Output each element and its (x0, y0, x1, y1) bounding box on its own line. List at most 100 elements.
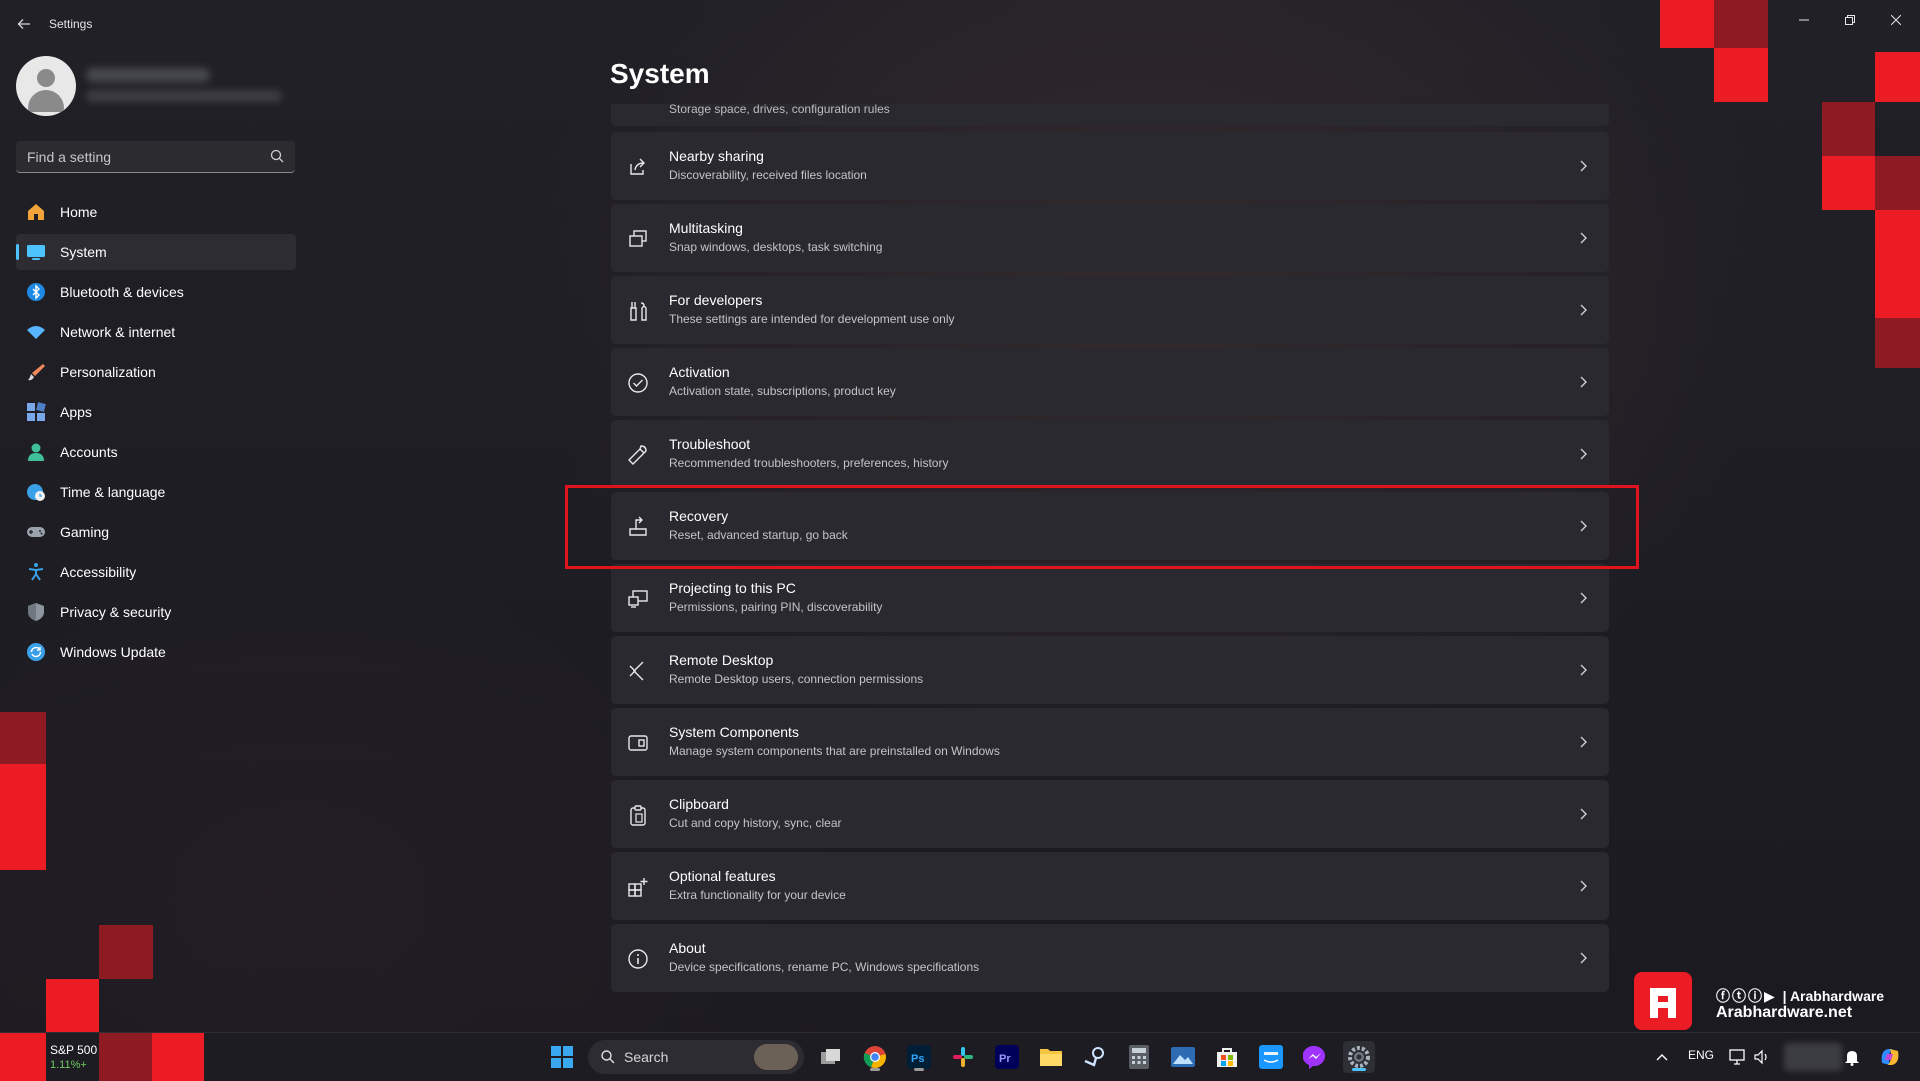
sidebar-item-accounts[interactable]: Accounts (16, 434, 296, 470)
profile-email-blurred (86, 90, 282, 102)
svg-text:Pr: Pr (999, 1053, 1011, 1065)
sidebar-item-gaming[interactable]: Gaming (16, 514, 296, 550)
taskbar-messenger[interactable] (1299, 1041, 1331, 1073)
back-button[interactable] (12, 12, 36, 36)
taskbar-search[interactable]: Search (588, 1040, 804, 1074)
minimize-button[interactable] (1784, 6, 1824, 34)
calculator-icon (1129, 1045, 1149, 1069)
chevron-right-icon (1580, 592, 1587, 604)
sidebar-item-apps[interactable]: Apps (16, 394, 296, 430)
task-view-icon (821, 1049, 840, 1064)
sidebar-item-privacy[interactable]: Privacy & security (16, 594, 296, 630)
decor-block (1822, 102, 1875, 156)
start-button[interactable] (546, 1041, 578, 1073)
sidebar-item-bluetooth[interactable]: Bluetooth & devices (16, 274, 296, 310)
row-for-developers[interactable]: For developers These settings are intend… (611, 276, 1609, 344)
developer-tools-icon (630, 302, 647, 321)
row-system-components[interactable]: System Components Manage system componen… (611, 708, 1609, 776)
storage-row-partial[interactable]: Storage space, drives, configuration rul… (611, 104, 1609, 126)
decor-block (1822, 156, 1875, 210)
chevron-right-icon (1580, 304, 1587, 316)
restore-button[interactable] (1830, 6, 1870, 34)
stock-widget-title[interactable]: S&P 500 (50, 1043, 97, 1057)
task-view-button[interactable] (815, 1041, 847, 1073)
sidebar-item-network[interactable]: Network & internet (16, 314, 296, 350)
avatar[interactable] (16, 56, 76, 116)
row-subtitle: Permissions, pairing PIN, discoverabilit… (669, 600, 883, 614)
accounts-icon (26, 442, 46, 462)
row-title: Troubleshoot (669, 436, 751, 452)
sidebar-item-windows-update[interactable]: Windows Update (16, 634, 296, 670)
sidebar-item-time-language[interactable]: Time & language (16, 474, 296, 510)
sidebar-item-accessibility[interactable]: Accessibility (16, 554, 296, 590)
chevron-right-icon (1580, 880, 1587, 892)
sidebar-item-label: Network & internet (60, 324, 176, 340)
shield-icon (26, 602, 46, 622)
row-recovery[interactable]: Recovery Reset, advanced startup, go bac… (611, 492, 1609, 560)
store-icon (1217, 1048, 1237, 1067)
taskbar-settings[interactable] (1343, 1041, 1375, 1073)
search-icon (601, 1050, 615, 1064)
row-subtitle: These settings are intended for developm… (669, 312, 955, 326)
sidebar-item-label: Home (60, 204, 98, 220)
row-projecting[interactable]: Projecting to this PC Permissions, pairi… (611, 564, 1609, 632)
running-indicator (914, 1068, 924, 1071)
decor-block (99, 925, 153, 979)
taskbar-chrome[interactable] (859, 1041, 891, 1073)
chevron-right-icon (1580, 448, 1587, 460)
row-activation[interactable]: Activation Activation state, subscriptio… (611, 348, 1609, 416)
chevron-right-icon (1580, 520, 1587, 532)
search-placeholder: Find a setting (27, 149, 112, 165)
close-button[interactable] (1876, 6, 1916, 34)
chevron-right-icon (1580, 736, 1587, 748)
optional-features-icon (628, 878, 648, 897)
accessibility-icon (26, 562, 46, 582)
clock-blurred[interactable] (1784, 1043, 1842, 1071)
row-about[interactable]: About Device specifications, rename PC, … (611, 924, 1609, 992)
page-title: System (610, 58, 710, 89)
input-language[interactable]: ENG (1688, 1048, 1714, 1062)
settings-search-input[interactable]: Find a setting (16, 141, 295, 173)
taskbar-store[interactable] (1211, 1041, 1243, 1073)
decor-block (152, 1033, 204, 1081)
taskbar-prime-video[interactable] (1255, 1041, 1287, 1073)
tray-overflow-button[interactable] (1646, 1041, 1678, 1073)
clipboard-icon (630, 805, 646, 826)
row-optional-features[interactable]: Optional features Extra functionality fo… (611, 852, 1609, 920)
sidebar-item-label: Gaming (60, 524, 110, 540)
settings-icon (1348, 1046, 1370, 1068)
taskbar-photoshop[interactable]: Ps (903, 1041, 935, 1073)
decor-block (1875, 52, 1920, 102)
row-multitasking[interactable]: Multitasking Snap windows, desktops, tas… (611, 204, 1609, 272)
decor-block (0, 764, 46, 870)
tray-volume[interactable] (1746, 1041, 1778, 1073)
tray-notifications[interactable] (1836, 1041, 1868, 1073)
row-title: Multitasking (669, 220, 743, 236)
search-icon (270, 149, 284, 163)
sidebar-item-label: Privacy & security (60, 604, 172, 620)
taskbar-file-explorer[interactable] (1035, 1041, 1067, 1073)
sidebar-item-system[interactable]: System (16, 234, 296, 270)
brand-handle: | Arabhardware (1782, 988, 1885, 1004)
taskbar-photos[interactable] (1167, 1041, 1199, 1073)
sidebar-item-home[interactable]: Home (16, 194, 296, 230)
taskbar-steam[interactable] (1079, 1041, 1111, 1073)
network-icon (1729, 1049, 1745, 1065)
notification-bell-icon (1845, 1051, 1859, 1066)
sidebar-item-personalization[interactable]: Personalization (16, 354, 296, 390)
taskbar-premiere[interactable]: Pr (991, 1041, 1023, 1073)
taskbar-slack[interactable] (947, 1041, 979, 1073)
taskbar-calculator[interactable] (1123, 1041, 1155, 1073)
row-subtitle: Reset, advanced startup, go back (669, 528, 848, 542)
row-remote-desktop[interactable]: Remote Desktop Remote Desktop users, con… (611, 636, 1609, 704)
social-icons: ⓕⓣⓘ▶ (1716, 988, 1783, 1004)
bluetooth-icon (26, 282, 46, 302)
photos-icon (1171, 1047, 1195, 1067)
row-nearby-sharing[interactable]: Nearby sharing Discoverability, received… (611, 132, 1609, 200)
decor-block (46, 979, 99, 1032)
row-title: Activation (669, 364, 730, 380)
tray-copilot[interactable] (1874, 1041, 1906, 1073)
chrome-icon (863, 1046, 886, 1069)
row-troubleshoot[interactable]: Troubleshoot Recommended troubleshooters… (611, 420, 1609, 488)
row-clipboard[interactable]: Clipboard Cut and copy history, sync, cl… (611, 780, 1609, 848)
